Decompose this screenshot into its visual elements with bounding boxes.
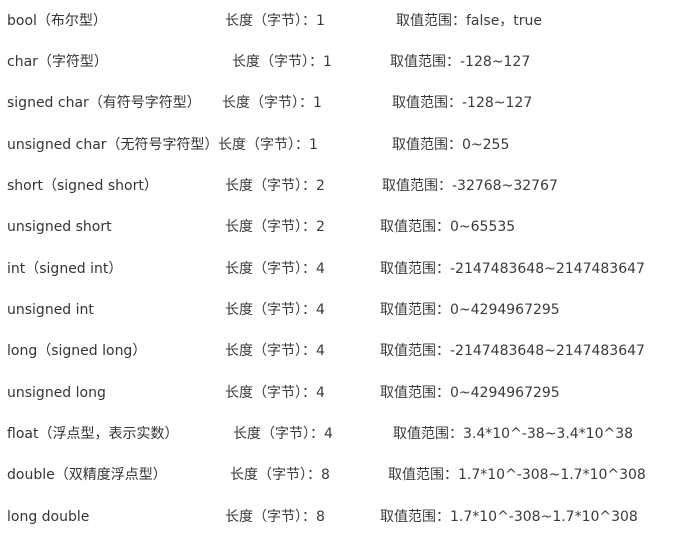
type-length: 长度（字节）：8 bbox=[230, 467, 330, 483]
type-range: 取值范围：-32768~32767 bbox=[382, 178, 558, 194]
type-name: bool（布尔型） bbox=[7, 13, 107, 29]
type-row: long double 长度（字节）：8 取值范围：1.7*10^-308~1.7*… bbox=[0, 504, 683, 530]
type-name: char（字符型） bbox=[7, 54, 108, 70]
type-name: unsigned short bbox=[7, 219, 112, 235]
type-range: 取值范围：1.7*10^-308~1.7*10^308 bbox=[380, 509, 638, 525]
type-range: 取值范围：-2147483648~2147483647 bbox=[380, 343, 645, 359]
type-name: signed char（有符号字符型） bbox=[7, 95, 201, 111]
type-name: double（双精度浮点型） bbox=[7, 467, 167, 483]
type-row: unsigned char（无符号字符型） 长度（字节）：1 取值范围：0~255 bbox=[0, 132, 683, 158]
type-row: double（双精度浮点型） 长度（字节）：8 取值范围：1.7*10^-308~1… bbox=[0, 462, 683, 488]
type-name: long（signed long） bbox=[7, 343, 147, 359]
type-name: unsigned long bbox=[7, 385, 106, 401]
type-length: 长度（字节）：1 bbox=[232, 54, 332, 70]
type-range: 取值范围：3.4*10^-38~3.4*10^38 bbox=[393, 426, 634, 442]
type-length: 长度（字节）：2 bbox=[225, 219, 325, 235]
type-row: char（字符型） 长度（字节）：1 取值范围：-128~127 bbox=[0, 49, 683, 75]
type-length: 长度（字节）：4 bbox=[225, 302, 325, 318]
type-length: 长度（字节）：2 bbox=[225, 178, 325, 194]
type-range: 取值范围：0~65535 bbox=[380, 219, 516, 235]
type-name: long double bbox=[7, 509, 90, 525]
type-row: long（signed long） 长度（字节）：4 取值范围：-214748364… bbox=[0, 338, 683, 364]
type-row: int（signed int） 长度（字节）：4 取值范围：-2147483648~… bbox=[0, 256, 683, 282]
type-range: 取值范围：false，true bbox=[396, 13, 543, 29]
type-row: float（浮点型，表示实数） 长度（字节）：4 取值范围：3.4*10^-38~3… bbox=[0, 421, 683, 447]
type-length: 长度（字节）：1 bbox=[222, 95, 322, 111]
type-length: 长度（字节）：1 bbox=[225, 13, 325, 29]
data-type-reference-list: bool（布尔型） 长度（字节）：1 取值范围：false，true char（字符型… bbox=[0, 0, 683, 544]
type-length: 长度（字节）：4 bbox=[225, 343, 325, 359]
type-row: short（signed short） 长度（字节）：2 取值范围：-32768~3… bbox=[0, 173, 683, 199]
type-range: 取值范围：-128~127 bbox=[392, 95, 533, 111]
type-range: 取值范围：-2147483648~2147483647 bbox=[380, 261, 645, 277]
type-name: int（signed int） bbox=[7, 261, 123, 277]
type-length: 长度（字节）：4 bbox=[233, 426, 333, 442]
type-row: signed char（有符号字符型） 长度（字节）：1 取值范围：-128~127 bbox=[0, 90, 683, 116]
type-length: 长度（字节）：4 bbox=[225, 261, 325, 277]
type-range: 取值范围：-128~127 bbox=[390, 54, 531, 70]
type-length: 长度（字节）：8 bbox=[225, 509, 325, 525]
type-name: short（signed short） bbox=[7, 178, 158, 194]
type-range: 取值范围：1.7*10^-308~1.7*10^308 bbox=[388, 467, 646, 483]
type-length: 长度（字节）：4 bbox=[225, 385, 325, 401]
type-name: unsigned int bbox=[7, 302, 94, 318]
type-row: unsigned long 长度（字节）：4 取值范围：0~4294967295 bbox=[0, 380, 683, 406]
type-row: unsigned short 长度（字节）：2 取值范围：0~65535 bbox=[0, 214, 683, 240]
type-row: unsigned int 长度（字节）：4 取值范围：0~4294967295 bbox=[0, 297, 683, 323]
type-range: 取值范围：0~4294967295 bbox=[380, 385, 560, 401]
type-range: 取值范围：0~4294967295 bbox=[380, 302, 560, 318]
type-name: float（浮点型，表示实数） bbox=[7, 426, 179, 442]
type-row: bool（布尔型） 长度（字节）：1 取值范围：false，true bbox=[0, 8, 683, 34]
type-name: unsigned char（无符号字符型） bbox=[7, 137, 219, 153]
type-length: 长度（字节）：1 bbox=[218, 137, 318, 153]
type-range: 取值范围：0~255 bbox=[392, 137, 510, 153]
